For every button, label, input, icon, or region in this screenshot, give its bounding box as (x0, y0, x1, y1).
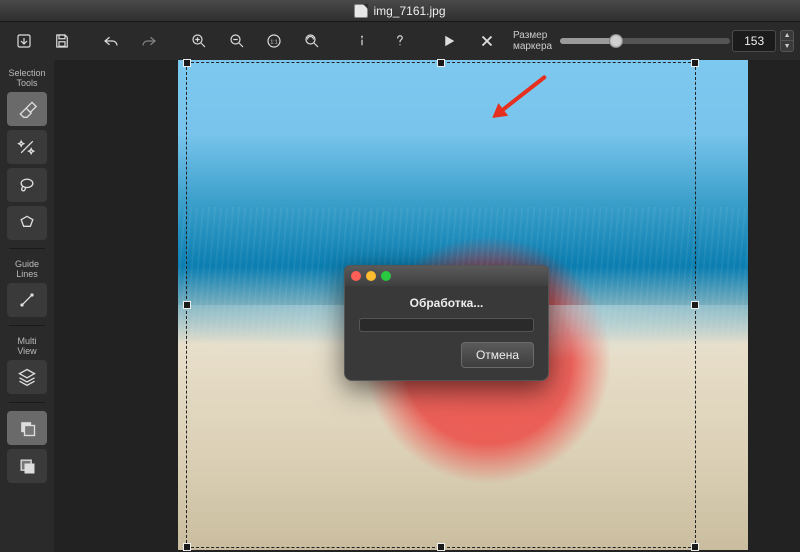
view-mode-a-button[interactable] (7, 411, 47, 445)
step-up-icon[interactable]: ▲ (780, 30, 794, 41)
marker-size-label: Размер маркера (513, 30, 552, 52)
info-button[interactable] (344, 26, 380, 56)
magic-wand-tool[interactable] (7, 130, 47, 164)
progress-bar (359, 318, 534, 332)
resize-handle[interactable] (183, 59, 191, 67)
redo-button[interactable] (131, 26, 167, 56)
resize-handle[interactable] (183, 301, 191, 309)
zoom-fit-button[interactable] (294, 26, 330, 56)
undo-button[interactable] (93, 26, 129, 56)
step-down-icon[interactable]: ▼ (780, 41, 794, 52)
resize-handle[interactable] (437, 543, 445, 551)
zoom-in-button[interactable] (181, 26, 217, 56)
document-title: img_7161.jpg (373, 4, 445, 18)
play-button[interactable] (431, 26, 467, 56)
cancel-x-button[interactable] (469, 26, 505, 56)
eraser-tool[interactable] (7, 92, 47, 126)
processing-dialog: Обработка... Отмена (344, 265, 549, 381)
marker-size-stepper[interactable]: ▲ ▼ (780, 30, 794, 52)
marker-size-slider[interactable] (560, 38, 730, 44)
lasso-tool[interactable] (7, 168, 47, 202)
view-mode-b-button[interactable] (7, 449, 47, 483)
resize-handle[interactable] (691, 59, 699, 67)
resize-handle[interactable] (183, 543, 191, 551)
guide-line-tool[interactable] (7, 283, 47, 317)
marker-size-input[interactable] (732, 30, 776, 52)
left-sidebar: Selection Tools Guide Lines Multi View (0, 60, 54, 552)
open-button[interactable] (6, 26, 42, 56)
help-button[interactable] (382, 26, 418, 56)
title-bar: img_7161.jpg (0, 0, 800, 22)
zoom-out-button[interactable] (219, 26, 255, 56)
layers-button[interactable] (7, 360, 47, 394)
resize-handle[interactable] (437, 59, 445, 67)
slider-thumb[interactable] (609, 34, 623, 48)
guide-lines-label: Guide Lines (15, 259, 39, 279)
window-minimize-icon[interactable] (366, 271, 376, 281)
resize-handle[interactable] (691, 543, 699, 551)
resize-handle[interactable] (691, 301, 699, 309)
dialog-cancel-button[interactable]: Отмена (461, 342, 534, 368)
dialog-titlebar[interactable] (345, 266, 548, 286)
zoom-actual-button[interactable]: 1:1 (256, 26, 292, 56)
canvas-area: Обработка... Отмена (54, 60, 800, 552)
multi-view-label: Multi View (17, 336, 36, 356)
selection-tools-label: Selection Tools (8, 68, 45, 88)
dialog-title: Обработка... (359, 296, 534, 310)
marker-size-control: Размер маркера (513, 30, 730, 52)
polygon-lasso-tool[interactable] (7, 206, 47, 240)
svg-text:1:1: 1:1 (271, 39, 278, 45)
window-zoom-icon[interactable] (381, 271, 391, 281)
save-button[interactable] (44, 26, 80, 56)
main-toolbar: 1:1 Размер маркера ▲ ▼ (0, 22, 800, 60)
window-close-icon[interactable] (351, 271, 361, 281)
document-icon (354, 4, 368, 18)
